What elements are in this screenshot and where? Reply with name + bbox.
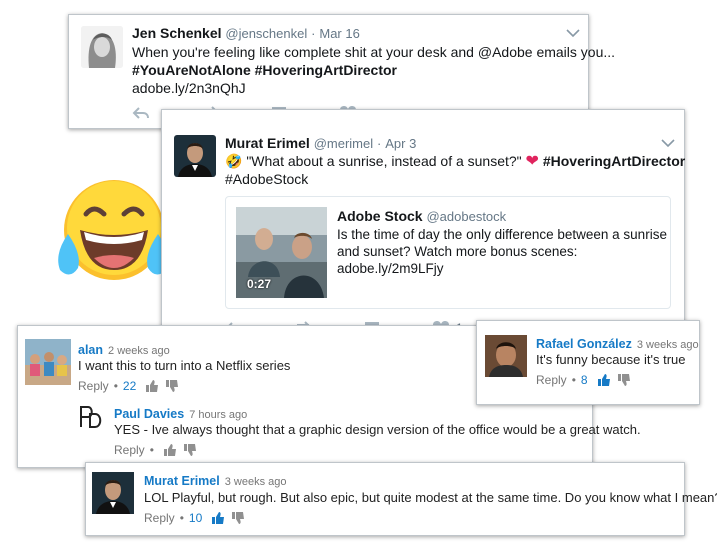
author-handle[interactable]: @merimel bbox=[314, 136, 373, 151]
comment-header: Paul Davies 7 hours ago bbox=[114, 405, 247, 423]
video-duration: 0:27 bbox=[247, 277, 272, 291]
author-name[interactable]: Jen Schenkel bbox=[132, 25, 222, 41]
commenter-name[interactable]: Murat Erimel bbox=[144, 474, 220, 488]
tweet-text: 🤣 "What about a sunrise, instead of a su… bbox=[225, 152, 685, 171]
comment-actions: Reply • 10 bbox=[144, 511, 245, 525]
embed-text: and sunset? Watch more bonus scenes: bbox=[337, 244, 578, 259]
chevron-down-icon[interactable] bbox=[566, 28, 580, 38]
avatar-murat[interactable] bbox=[174, 135, 216, 177]
tweet-quote: "What about a sunrise, instead of a suns… bbox=[246, 153, 522, 169]
author-handle[interactable]: @jenschenkel bbox=[225, 26, 307, 41]
avatar-alan-image bbox=[25, 339, 71, 385]
thumbs-up-icon[interactable] bbox=[211, 511, 225, 525]
thumbs-up-icon[interactable] bbox=[145, 379, 159, 393]
hashtag-link[interactable]: #YouAreNotAlone bbox=[132, 62, 251, 78]
avatar-jen[interactable] bbox=[81, 26, 123, 68]
embed-author-name[interactable]: Adobe Stock bbox=[337, 208, 423, 224]
reply-button[interactable]: Reply bbox=[536, 373, 567, 387]
commenter-name[interactable]: Paul Davies bbox=[114, 407, 184, 421]
tweet-hashtags: #YouAreNotAlone #HoveringArtDirector bbox=[132, 61, 397, 79]
like-count: 10 bbox=[188, 511, 203, 525]
comment-header: Rafael González 3 weeks ago bbox=[536, 335, 699, 353]
separator: • bbox=[149, 443, 154, 457]
video-thumbnail[interactable]: 0:27 bbox=[236, 207, 327, 298]
comment-text: I want this to turn into a Netflix serie… bbox=[78, 358, 291, 373]
thumbs-up-icon[interactable] bbox=[597, 373, 611, 387]
tweet-date[interactable]: Apr 3 bbox=[385, 136, 416, 151]
separator: · bbox=[311, 26, 316, 41]
reply-button[interactable]: Reply bbox=[144, 511, 175, 525]
comment-time[interactable]: 7 hours ago bbox=[189, 409, 247, 421]
avatar-alan[interactable] bbox=[25, 339, 71, 385]
comment-rafael: Rafael González 3 weeks ago It's funny be… bbox=[476, 320, 700, 405]
hashtag-link[interactable]: #HoveringArtDirector bbox=[543, 153, 685, 169]
avatar-rafael-image bbox=[485, 335, 527, 377]
thumbs-down-icon[interactable] bbox=[183, 443, 197, 457]
separator: · bbox=[377, 136, 382, 151]
comment-time[interactable]: 2 weeks ago bbox=[108, 345, 170, 357]
pd-logo-icon bbox=[80, 406, 102, 428]
separator: • bbox=[571, 373, 576, 387]
like-count: 22 bbox=[122, 379, 137, 393]
commenter-name[interactable]: alan bbox=[78, 343, 103, 357]
reply-button[interactable]: Reply bbox=[78, 379, 109, 393]
hashtag-link[interactable]: #AdobeStock bbox=[225, 170, 308, 188]
comment-text: YES - Ive always thought that a graphic … bbox=[114, 422, 641, 437]
rofl-emoji: 🤣 bbox=[225, 153, 243, 169]
avatar-jen-image bbox=[81, 26, 123, 68]
comment-actions: Reply • 22 bbox=[78, 379, 179, 393]
embed-header: Adobe Stock @adobestock bbox=[337, 207, 506, 226]
chevron-down-icon[interactable] bbox=[661, 138, 675, 148]
tweet-header: Murat Erimel @merimel · Apr 3 bbox=[225, 134, 416, 153]
hashtag-link[interactable]: #HoveringArtDirector bbox=[255, 62, 397, 78]
comment-murat: Murat Erimel 3 weeks ago LOL Playful, but… bbox=[85, 462, 717, 536]
reply-button[interactable]: Reply bbox=[114, 443, 145, 457]
thumbs-down-icon[interactable] bbox=[231, 511, 245, 525]
tweet-header: Jen Schenkel @jenschenkel · Mar 16 bbox=[132, 24, 360, 43]
comment-text: It's funny because it's true bbox=[536, 352, 686, 367]
embedded-tweet[interactable]: 0:27 Adobe Stock @adobestock Is the time… bbox=[225, 196, 671, 309]
avatar-murat-image bbox=[174, 135, 216, 177]
embed-link[interactable]: adobe.ly/2m9LFjy bbox=[337, 260, 444, 278]
separator: • bbox=[179, 511, 184, 525]
embed-text: Is the time of day the only difference b… bbox=[337, 227, 667, 242]
comment-actions: Reply • 8 bbox=[536, 373, 631, 387]
comment-time[interactable]: 3 weeks ago bbox=[637, 339, 699, 351]
thumbs-down-icon[interactable] bbox=[165, 379, 179, 393]
avatar-murat-comment[interactable] bbox=[92, 472, 134, 514]
tweet-text: When you're feeling like complete shit a… bbox=[132, 44, 616, 60]
thumbs-down-icon[interactable] bbox=[617, 373, 631, 387]
tweet-card-murat: Murat Erimel @merimel · Apr 3 🤣 "What ab… bbox=[161, 109, 685, 343]
tweet-link[interactable]: adobe.ly/2n3nQhJ bbox=[132, 79, 246, 97]
tweet-date[interactable]: Mar 16 bbox=[319, 26, 359, 41]
thumbs-up-icon[interactable] bbox=[163, 443, 177, 457]
avatar-paul[interactable] bbox=[78, 403, 106, 431]
heart-emoji: ❤ bbox=[525, 153, 539, 170]
separator: • bbox=[113, 379, 118, 393]
author-name[interactable]: Murat Erimel bbox=[225, 135, 310, 151]
comment-actions: Reply • bbox=[114, 443, 197, 457]
comment-time[interactable]: 3 weeks ago bbox=[225, 476, 287, 488]
comment-header: alan 2 weeks ago bbox=[78, 341, 170, 359]
avatar-rafael[interactable] bbox=[485, 335, 527, 377]
avatar-murat-comment-image bbox=[92, 472, 134, 514]
laughing-emoji-icon bbox=[50, 174, 174, 292]
embed-author-handle[interactable]: @adobestock bbox=[426, 209, 506, 224]
comment-header: Murat Erimel 3 weeks ago bbox=[144, 472, 286, 490]
reply-icon[interactable] bbox=[132, 105, 150, 121]
commenter-name[interactable]: Rafael González bbox=[536, 337, 632, 351]
comment-text: LOL Playful, but rough. But also epic, b… bbox=[144, 490, 717, 505]
like-count: 8 bbox=[580, 373, 588, 387]
